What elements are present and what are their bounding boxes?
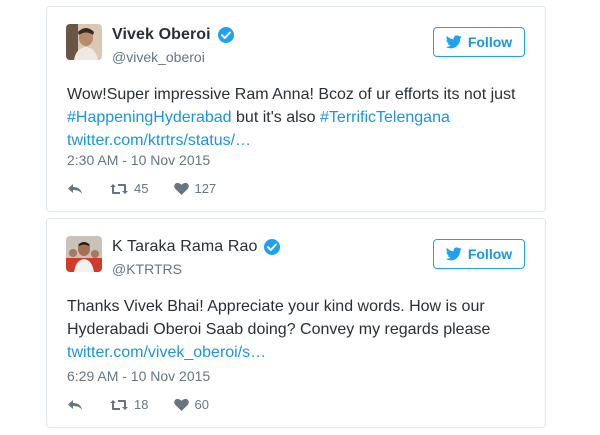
tweet-text-line: Thanks Vivek Bhai! Appreciate your kind …	[67, 298, 485, 315]
heart-icon	[174, 398, 190, 411]
like-count: 60	[194, 397, 209, 412]
tweet-text-line: Hyderabadi Oberoi Saab doing? Convey my …	[67, 321, 491, 338]
tweet-actions: 18 60	[67, 397, 235, 412]
reply-icon	[68, 399, 82, 410]
reply-icon	[68, 183, 82, 194]
retweet-count: 45	[134, 181, 149, 196]
retweet-count: 18	[134, 397, 149, 412]
like-button[interactable]: 60	[174, 397, 209, 412]
like-count: 127	[194, 181, 217, 196]
follow-label: Follow	[467, 34, 513, 50]
retweet-icon	[110, 399, 128, 410]
tweet-actions: 45 127	[67, 181, 242, 196]
status-link[interactable]: twitter.com/vivek_oberoi/s…	[67, 344, 266, 361]
reply-button[interactable]	[67, 182, 83, 196]
tweet-text: Thanks Vivek Bhai! Appreciate your kind …	[67, 295, 527, 364]
tweet-card: K Taraka Rama Rao @KTRTRS Follow Thanks …	[46, 218, 546, 428]
heart-icon	[174, 182, 190, 195]
tweet-card: Vivek Oberoi @vivek_oberoi Follow Wow!Su…	[46, 6, 546, 212]
retweet-button[interactable]: 18	[109, 397, 148, 412]
like-button[interactable]: 127	[174, 181, 216, 196]
user-handle[interactable]: @KTRTRS	[112, 261, 182, 277]
author-row: K Taraka Rama Rao	[112, 237, 281, 257]
timestamp[interactable]: 2:30 AM - 10 Nov 2015	[67, 152, 210, 168]
avatar[interactable]	[66, 236, 102, 272]
reply-button[interactable]	[67, 398, 83, 412]
verified-badge-icon	[263, 238, 281, 256]
hashtag-link[interactable]: #HappeningHyderabad	[67, 109, 232, 126]
retweet-icon	[110, 183, 128, 194]
tweet-text-line: Wow!Super impressive Ram Anna! Bcoz of u…	[67, 86, 516, 103]
follow-label: Follow	[467, 246, 513, 262]
follow-button[interactable]: Follow	[433, 239, 525, 269]
verified-badge-icon	[217, 26, 235, 44]
tweet-text-fragment: but it's also	[231, 109, 321, 126]
twitter-bird-icon	[445, 247, 462, 261]
timestamp[interactable]: 6:29 AM - 10 Nov 2015	[67, 368, 210, 384]
follow-button[interactable]: Follow	[433, 27, 525, 57]
display-name[interactable]: K Taraka Rama Rao	[112, 238, 257, 256]
retweet-button[interactable]: 45	[109, 181, 148, 196]
hashtag-link[interactable]: #TerrificTelengana	[320, 109, 450, 126]
tweet-text: Wow!Super impressive Ram Anna! Bcoz of u…	[67, 83, 527, 152]
user-handle[interactable]: @vivek_oberoi	[112, 49, 205, 65]
status-link[interactable]: twitter.com/ktrtrs/status/…	[67, 132, 251, 149]
author-row: Vivek Oberoi	[112, 25, 235, 45]
twitter-bird-icon	[445, 35, 462, 49]
display-name[interactable]: Vivek Oberoi	[112, 26, 211, 44]
avatar[interactable]	[66, 24, 102, 60]
